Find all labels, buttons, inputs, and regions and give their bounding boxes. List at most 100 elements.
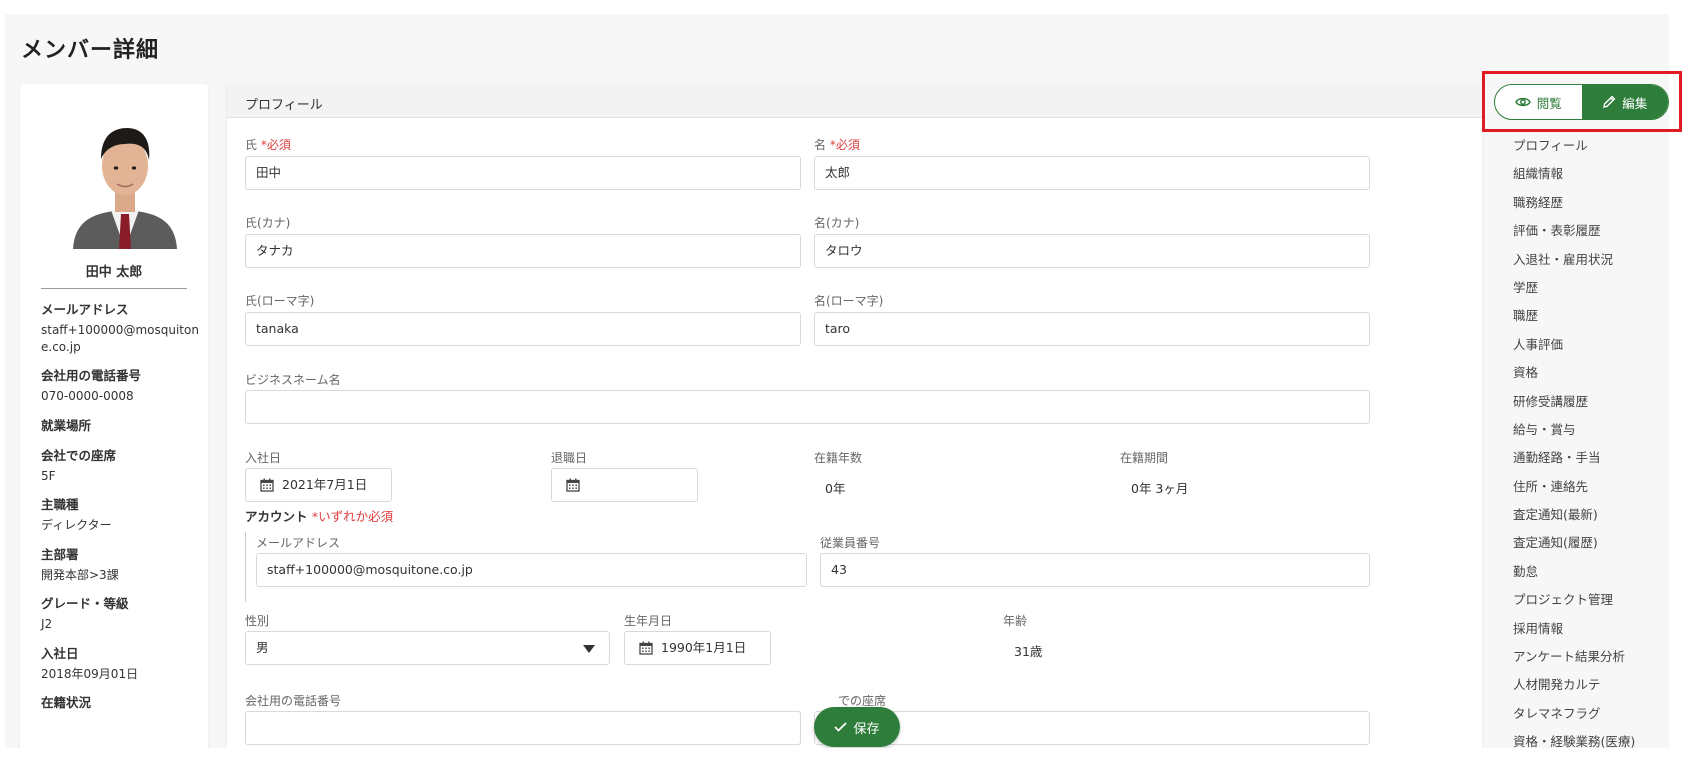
nav-item-qualifications[interactable]: 資格 [1513, 359, 1669, 387]
profile-field-phone: 会社用の電話番号 070-0000-0008 [41, 365, 201, 405]
profile-field-value: staff+100000@mosquitone.co.jp [41, 323, 199, 354]
chevron-down-icon [583, 645, 595, 653]
profile-field-email: メールアドレス staff+100000@mosquitone.co.jp [41, 299, 201, 356]
first-name-roman-label: 名(ローマ字) [814, 294, 884, 308]
first-name-input[interactable]: 太郎 [814, 156, 1370, 190]
profile-field-department: 主部署 開発本部>3課 [41, 544, 201, 584]
birthday-value: 1990年1月1日 [661, 640, 747, 655]
last-name-kana-label: 氏(カナ) [245, 216, 291, 230]
profile-field-label: 会社用の電話番号 [41, 368, 142, 383]
check-icon [834, 722, 848, 732]
profile-field-job: 主職種 ディレクター [41, 494, 201, 534]
nav-item-salary-bonus[interactable]: 給与・賞与 [1513, 416, 1669, 444]
nav-item-employment-status[interactable]: 入退社・雇用状況 [1513, 246, 1669, 274]
profile-field-label: 在籍状況 [41, 695, 92, 710]
field-label-text: 名 [814, 138, 827, 152]
account-email-input[interactable]: staff+100000@mosquitone.co.jp [256, 553, 807, 587]
leave-date-label: 退職日 [551, 451, 588, 465]
employee-no-label: 従業員番号 [820, 536, 881, 550]
age-label: 年齢 [1003, 614, 1028, 628]
nav-item-assessment-history[interactable]: 査定通知(履歴) [1513, 529, 1669, 557]
tenure-period-value: 0年 3ヶ月 [1131, 481, 1189, 496]
nav-item-training[interactable]: 研修受講履歴 [1513, 388, 1669, 416]
gender-label: 性別 [245, 614, 270, 628]
company-phone-label: 会社用の電話番号 [245, 694, 342, 708]
account-section-bar [245, 532, 246, 602]
nav-item-hr-evaluation[interactable]: 人事評価 [1513, 331, 1669, 359]
profile-field-workplace: 就業場所 [41, 415, 201, 434]
profile-field-grade: グレード・等級 J2 [41, 593, 201, 633]
last-name-roman-label: 氏(ローマ字) [245, 294, 315, 308]
profile-field-status: 在籍状況 [41, 692, 201, 711]
first-name-roman-input[interactable]: taro [814, 312, 1370, 346]
profile-field-label: 主職種 [41, 497, 79, 512]
nav-item-commute[interactable]: 通勤経路・手当 [1513, 444, 1669, 472]
nav-item-recruitment[interactable]: 採用情報 [1513, 615, 1669, 643]
nav-item-address-contact[interactable]: 住所・連絡先 [1513, 473, 1669, 501]
profile-field-label: 会社での座席 [41, 448, 117, 463]
tenure-period-label: 在籍期間 [1120, 451, 1169, 465]
card-divider [41, 288, 187, 289]
profile-field-seat: 会社での座席 5F [41, 445, 201, 485]
join-date-picker[interactable]: 2021年7月1日 [245, 468, 392, 502]
page-title: メンバー詳細 [21, 38, 160, 63]
profile-field-label: メールアドレス [41, 302, 129, 317]
last-name-label: 氏 *必須 [245, 136, 291, 153]
business-name-input[interactable] [245, 390, 1370, 424]
first-name-kana-input[interactable]: タロウ [814, 234, 1370, 268]
calendar-icon [260, 478, 274, 492]
save-button[interactable]: 保存 [814, 707, 900, 747]
gender-value: 男 [256, 640, 269, 655]
nav-item-work-history[interactable]: 職歴 [1513, 302, 1669, 330]
tenure-years-label: 在籍年数 [814, 451, 863, 465]
page-background: メンバー詳細 田中 太郎 メールアドレス staff+100000@mosqui… [5, 14, 1669, 748]
company-phone-input[interactable] [245, 711, 801, 745]
nav-item-assessment-latest[interactable]: 査定通知(最新) [1513, 501, 1669, 529]
birthday-label: 生年月日 [624, 614, 673, 628]
required-mark: *いずれか必須 [311, 509, 394, 524]
first-name-kana-label: 名(カナ) [814, 216, 860, 230]
birthday-picker[interactable]: 1990年1月1日 [624, 631, 771, 665]
nav-item-evaluation-award[interactable]: 評価・表彰履歴 [1513, 217, 1669, 245]
profile-form: プロフィール 氏 *必須 田中 名 *必須 太郎 氏(カナ) タナカ 名(カナ)… [227, 84, 1482, 748]
required-mark: *必須 [260, 138, 291, 152]
employee-no-input[interactable]: 43 [820, 553, 1370, 587]
account-email-label: メールアドレス [256, 536, 341, 550]
nav-item-survey[interactable]: アンケート結果分析 [1513, 643, 1669, 671]
last-name-input[interactable]: 田中 [245, 156, 801, 190]
nav-item-medical-experience[interactable]: 資格・経験業務(医療) [1513, 728, 1669, 748]
profile-field-value: 開発本部>3課 [41, 568, 119, 582]
nav-item-project[interactable]: プロジェクト管理 [1513, 586, 1669, 614]
nav-item-profile[interactable]: プロフィール [1513, 132, 1669, 160]
calendar-icon [566, 478, 580, 492]
avatar [65, 114, 185, 249]
first-name-label: 名 *必須 [814, 136, 860, 153]
highlight-box [1482, 71, 1682, 132]
nav-item-development-chart[interactable]: 人材開発カルテ [1513, 671, 1669, 699]
leave-date-picker[interactable] [551, 468, 698, 502]
profile-field-value: ディレクター [41, 518, 112, 532]
save-label: 保存 [853, 721, 880, 737]
profile-field-label: 入社日 [41, 646, 79, 661]
last-name-kana-input[interactable]: タナカ [245, 234, 801, 268]
nav-item-talent-flag[interactable]: タレマネフラグ [1513, 700, 1669, 728]
nav-item-education[interactable]: 学歴 [1513, 274, 1669, 302]
join-date-label: 入社日 [245, 451, 282, 465]
nav-item-organization[interactable]: 組織情報 [1513, 160, 1669, 188]
profile-field-value: 5F [41, 469, 56, 483]
profile-field-value: 070-0000-0008 [41, 389, 134, 403]
profile-name: 田中 太郎 [85, 265, 143, 280]
last-name-roman-input[interactable]: tanaka [245, 312, 801, 346]
profile-field-value: J2 [41, 617, 53, 631]
account-title-text: アカウント [245, 509, 308, 524]
profile-field-label: グレード・等級 [41, 596, 129, 611]
calendar-icon [639, 641, 653, 655]
gender-select[interactable]: 男 [245, 631, 610, 665]
tenure-years-value: 0年 [825, 481, 846, 496]
age-value: 31歳 [1014, 644, 1043, 659]
business-name-label: ビジネスネーム名 [245, 373, 341, 387]
nav-item-attendance[interactable]: 勤怠 [1513, 558, 1669, 586]
field-label-text: 氏 [245, 138, 258, 152]
nav-item-job-history[interactable]: 職務経歴 [1513, 189, 1669, 217]
profile-field-join-date: 入社日 2018年09月01日 [41, 643, 201, 683]
